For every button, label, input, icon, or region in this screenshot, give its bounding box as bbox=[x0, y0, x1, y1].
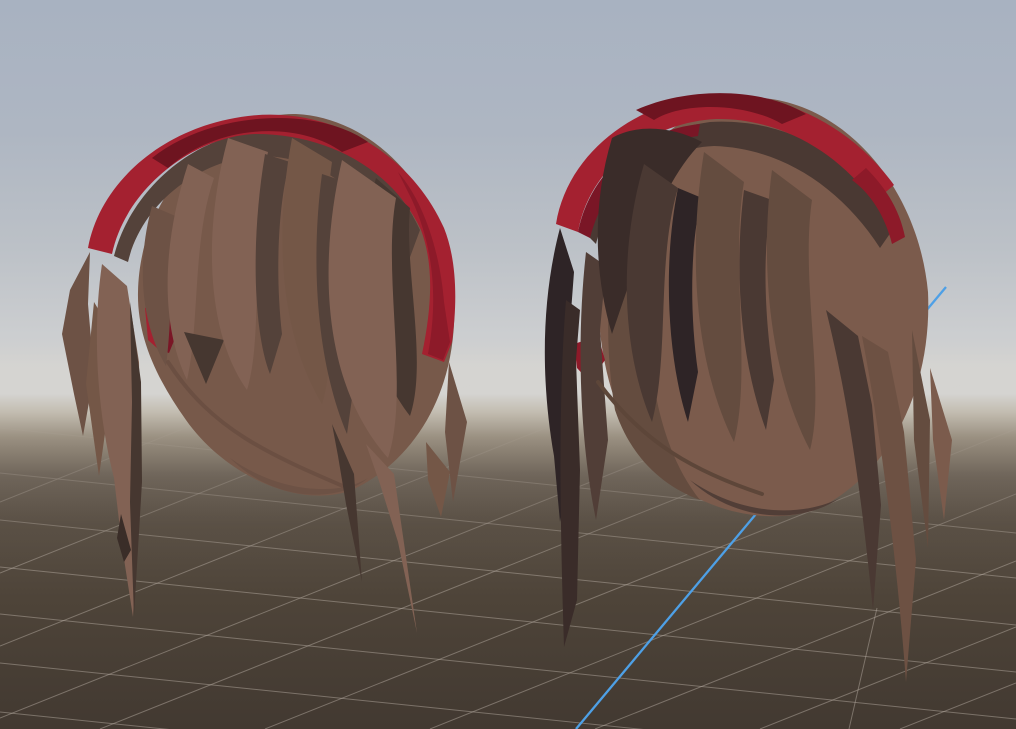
scene-viewport[interactable] bbox=[0, 0, 1016, 729]
viewport-canvas[interactable] bbox=[0, 0, 1016, 729]
